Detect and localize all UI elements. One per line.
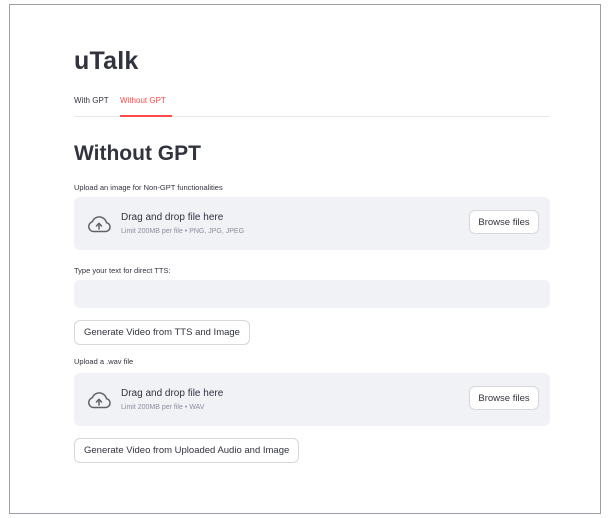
tab-with-gpt[interactable]: With GPT <box>74 96 109 105</box>
app-title: uTalk <box>74 47 139 75</box>
dropzone-limit-text: Limit 200MB per file • WAV <box>121 404 205 411</box>
image-upload-label: Upload an image for Non-GPT functionalit… <box>74 183 223 192</box>
wav-upload-dropzone[interactable]: Drag and drop file here Limit 200MB per … <box>74 373 550 426</box>
generate-video-tts-button[interactable]: Generate Video from TTS and Image <box>74 320 250 345</box>
dropzone-limit-text: Limit 200MB per file • PNG, JPG, JPEG <box>121 228 245 235</box>
dropzone-title: Drag and drop file here <box>121 212 224 223</box>
tts-input-label: Type your text for direct TTS: <box>74 266 171 275</box>
cloud-upload-icon <box>88 392 111 409</box>
tab-without-gpt[interactable]: Without GPT <box>120 96 166 105</box>
generate-video-audio-button[interactable]: Generate Video from Uploaded Audio and I… <box>74 438 300 463</box>
browse-files-button[interactable]: Browse files <box>469 210 539 234</box>
tts-text-input[interactable] <box>74 280 550 308</box>
tab-bar: With GPT Without GPT <box>74 96 550 117</box>
image-upload-dropzone[interactable]: Drag and drop file here Limit 200MB per … <box>74 197 550 250</box>
cloud-upload-icon <box>88 216 111 233</box>
section-heading: Without GPT <box>74 142 201 165</box>
browse-files-button[interactable]: Browse files <box>469 386 539 410</box>
wav-upload-label: Upload a .wav file <box>74 357 134 366</box>
dropzone-title: Drag and drop file here <box>121 388 224 399</box>
active-tab-indicator <box>120 115 172 117</box>
app-window: uTalk With GPT Without GPT Without GPT U… <box>9 4 601 514</box>
